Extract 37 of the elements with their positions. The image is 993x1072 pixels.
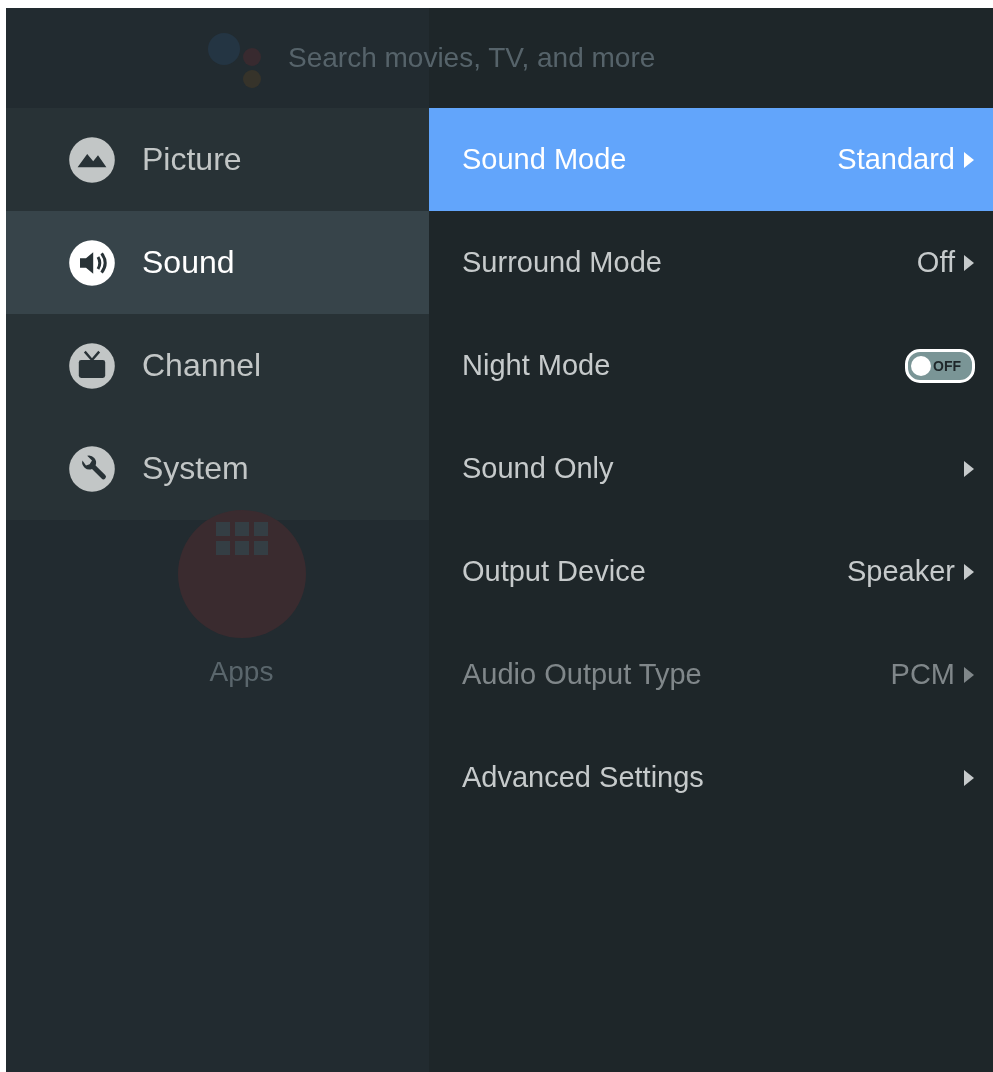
- tv-icon: [68, 341, 116, 390]
- setting-label: Sound Only: [462, 452, 615, 485]
- setting-row[interactable]: Output Device Speaker: [429, 520, 993, 623]
- category-label: Sound: [142, 244, 235, 281]
- setting-value: Speaker: [847, 555, 955, 588]
- category-item[interactable]: System: [6, 417, 429, 520]
- category-item[interactable]: Sound: [6, 211, 429, 314]
- setting-value: PCM: [890, 658, 955, 691]
- category-label: System: [142, 450, 249, 487]
- caret-icon: [963, 150, 975, 169]
- caret-icon: [963, 562, 975, 581]
- setting-value: Off: [916, 246, 955, 279]
- search-hint-text: Search movies, TV, and more: [288, 42, 656, 74]
- caret-icon: [963, 459, 975, 478]
- setting-label: Sound Mode: [462, 143, 628, 176]
- apps-label: Apps: [209, 656, 274, 688]
- speaker-icon: [68, 238, 116, 287]
- category-item[interactable]: Channel: [6, 314, 429, 417]
- toggle-switch[interactable]: OFF: [905, 348, 975, 383]
- setting-value: Standard: [837, 143, 955, 176]
- setting-label: Advanced Settings: [462, 761, 705, 794]
- caret-icon: [963, 253, 975, 272]
- caret-icon: [963, 768, 975, 787]
- caret-icon: [963, 665, 975, 684]
- category-item[interactable]: Picture: [6, 108, 429, 211]
- setting-row[interactable]: Surround Mode Off: [429, 211, 993, 314]
- setting-label: Audio Output Type: [462, 658, 703, 691]
- category-label: Picture: [142, 141, 242, 178]
- setting-row[interactable]: Night Mode OFF: [429, 314, 993, 417]
- category-label: Channel: [142, 347, 262, 384]
- picture-icon: [68, 135, 116, 184]
- wrench-icon: [68, 444, 116, 493]
- setting-label: Output Device: [462, 555, 647, 588]
- setting-row[interactable]: Advanced Settings: [429, 726, 993, 829]
- setting-label: Night Mode: [462, 349, 612, 382]
- setting-row[interactable]: Sound Only: [429, 417, 993, 520]
- setting-label: Surround Mode: [462, 246, 663, 279]
